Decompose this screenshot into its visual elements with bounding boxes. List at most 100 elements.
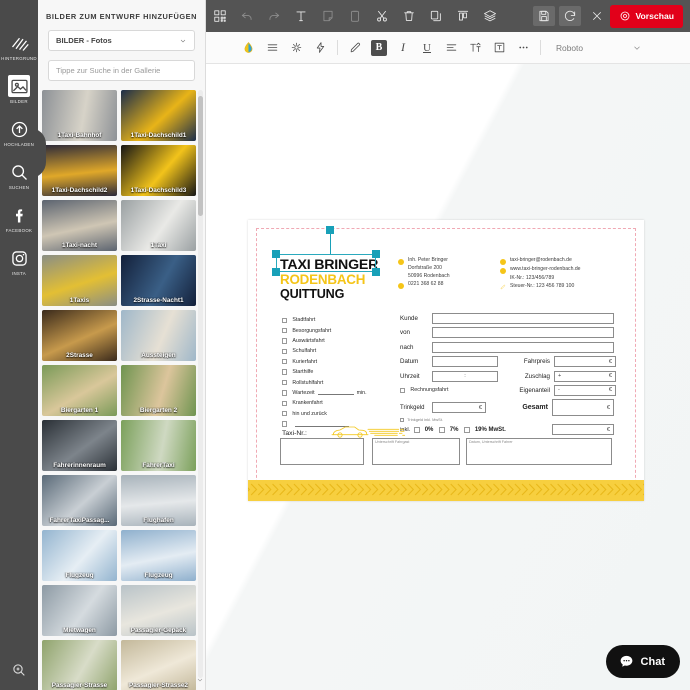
sidebar-item-hintergrund[interactable]: HINTERGRUND: [0, 32, 38, 61]
align-top-icon[interactable]: [449, 0, 476, 32]
gallery-thumbnail[interactable]: 1Taxi-Bahnhof: [42, 90, 117, 141]
doc-title-line2[interactable]: RODENBACH: [280, 273, 365, 287]
gallery-thumbnail[interactable]: Biergarten 2: [121, 365, 196, 416]
checkbox-box[interactable]: [282, 400, 288, 407]
taxi-nr-box[interactable]: [280, 438, 364, 465]
sidebar-item-suchen[interactable]: SUCHEN: [0, 161, 38, 190]
gallery-thumbnail[interactable]: Biergarten 1: [42, 365, 117, 416]
gallery-thumbnail[interactable]: 2Strasse: [42, 310, 117, 361]
clipboard-icon[interactable]: [341, 0, 368, 32]
service-checkbox-row[interactable]: Rollstuhlfahrt: [282, 377, 367, 387]
input-trinkgeld[interactable]: [432, 402, 486, 414]
font-size-icon[interactable]: [463, 32, 487, 64]
input-nach[interactable]: [432, 341, 614, 353]
checkbox-box[interactable]: [282, 411, 288, 417]
panel-scrollbar[interactable]: [198, 90, 203, 678]
underline-icon[interactable]: U: [415, 32, 439, 64]
resize-handle-tl[interactable]: [272, 250, 280, 258]
gallery-thumbnail[interactable]: 1Taxis: [42, 255, 117, 306]
gallery-thumbnail[interactable]: 1Taxi: [121, 200, 196, 251]
design-canvas[interactable]: TAXI BRINGER RODENBACH QUITTUNG Inh. Pet…: [206, 64, 690, 690]
redo-icon[interactable]: [260, 0, 287, 32]
service-checkbox-row[interactable]: Stadtfahrt: [282, 315, 367, 325]
italic-icon[interactable]: I: [391, 32, 415, 64]
input-gesamt[interactable]: [552, 399, 614, 417]
service-checkbox-row[interactable]: Wartezeit min.: [282, 388, 367, 398]
input-zuschlag[interactable]: +: [554, 370, 616, 382]
gallery-thumbnail[interactable]: 1Taxi-Dachschild2: [42, 145, 117, 196]
rotate-handle[interactable]: [326, 226, 334, 234]
scroll-down-arrow-icon[interactable]: [196, 676, 204, 684]
bold-icon[interactable]: B: [371, 39, 387, 56]
checkbox-box[interactable]: [282, 390, 288, 396]
receipt-document[interactable]: TAXI BRINGER RODENBACH QUITTUNG Inh. Pet…: [248, 220, 644, 501]
checkbox-box[interactable]: [400, 417, 405, 422]
gallery-thumbnail[interactable]: Flughafen: [121, 475, 196, 526]
gallery-thumbnail[interactable]: Passagier-Gepäck: [121, 585, 196, 636]
lines-icon[interactable]: [260, 32, 284, 64]
qr-code-icon[interactable]: [206, 0, 233, 32]
resize-handle-br[interactable]: [372, 268, 380, 276]
chevron-down-icon[interactable]: [632, 43, 642, 53]
cut-icon[interactable]: [368, 0, 395, 32]
checkbox-rechnungsfahrt[interactable]: Rechnungsfahrt: [400, 387, 498, 393]
checkbox-box[interactable]: [282, 369, 288, 375]
gallery-thumbnail[interactable]: 2Strasse-Nacht1: [121, 255, 196, 306]
layers-icon[interactable]: [476, 0, 503, 32]
gallery-thumbnail[interactable]: FahrerTaxiPassag...: [42, 475, 117, 526]
gallery-thumbnail[interactable]: 1Taxi-Dachschild3: [121, 145, 196, 196]
sidebar-item-hochladen[interactable]: HOCHLADEN: [0, 118, 38, 147]
checkbox-mwst-0[interactable]: [414, 427, 420, 433]
checkbox-mwst-19[interactable]: [464, 427, 470, 433]
service-checkbox-row[interactable]: Kurierfahrt: [282, 357, 367, 367]
resize-handle-bl[interactable]: [272, 268, 280, 276]
gallery-thumbnail[interactable]: Passagier-Strasse2: [121, 640, 196, 690]
thumbnail-grid-scroll-area[interactable]: 1Taxi-Bahnhof 1Taxi-Dachschild1 1Taxi-Dach…: [38, 86, 206, 690]
checkbox-box[interactable]: [282, 379, 288, 386]
sidebar-item-bilder[interactable]: BILDER: [0, 75, 38, 104]
input-von[interactable]: [432, 327, 614, 339]
panel-scrollbar-thumb[interactable]: [198, 96, 203, 216]
input-datum[interactable]: [432, 356, 498, 368]
font-family-value[interactable]: Roboto: [556, 43, 632, 53]
more-icon[interactable]: [511, 32, 535, 64]
gallery-search-input[interactable]: Tippe zur Suche in der Gallerie: [48, 60, 195, 81]
doc-title-line3[interactable]: QUITTUNG: [280, 288, 344, 301]
align-left-icon[interactable]: [439, 32, 463, 64]
gallery-thumbnail[interactable]: 1Taxi-nacht: [42, 200, 117, 251]
checkbox-trinkgeld-mwst[interactable]: Trinkgeld inkl. MwSt.: [400, 417, 443, 422]
checkbox-box[interactable]: [282, 348, 288, 355]
checkbox-mwst-7[interactable]: [439, 427, 445, 433]
service-checkbox-row[interactable]: Auswärtsfahrt: [282, 336, 367, 346]
checkbox-box[interactable]: [400, 387, 406, 394]
gallery-thumbnail[interactable]: Aussteigen: [121, 310, 196, 361]
checkbox-box[interactable]: [282, 421, 288, 427]
sidebar-item-facebook[interactable]: FACEBOOK: [0, 204, 38, 233]
category-select[interactable]: BILDER - Fotos: [48, 30, 195, 51]
sparkle-icon[interactable]: [284, 32, 308, 64]
pen-icon[interactable]: [343, 32, 367, 64]
checkbox-box[interactable]: [282, 317, 288, 323]
chat-button[interactable]: Chat: [605, 645, 680, 678]
checkbox-box[interactable]: [282, 359, 288, 365]
service-checkbox-row[interactable]: Besorgungsfahrt: [282, 325, 367, 335]
gallery-thumbnail[interactable]: Fahrerinnenraum: [42, 420, 117, 471]
sticker-icon[interactable]: [314, 0, 341, 32]
gallery-thumbnail[interactable]: Mietwagen: [42, 585, 117, 636]
undo-icon[interactable]: [233, 0, 260, 32]
gallery-thumbnail[interactable]: 1Taxi-Dachschild1: [121, 90, 196, 141]
gallery-thumbnail[interactable]: Flugzeug: [42, 530, 117, 581]
service-checkbox-row[interactable]: Schulfahrt: [282, 346, 367, 356]
service-checkbox-row[interactable]: hin und zurück: [282, 409, 367, 419]
preview-button[interactable]: Vorschau: [610, 4, 683, 28]
close-icon[interactable]: [583, 0, 610, 32]
input-mwst[interactable]: [552, 424, 614, 436]
save-icon[interactable]: [533, 6, 556, 26]
checkbox-box[interactable]: [282, 327, 288, 334]
effects-icon[interactable]: [308, 32, 332, 64]
service-checkbox-row[interactable]: Starthilfe: [282, 367, 367, 377]
write-in-line[interactable]: [317, 390, 354, 396]
trash-icon[interactable]: [395, 0, 422, 32]
doc-title-line1[interactable]: TAXI BRINGER: [280, 258, 378, 272]
input-fahrpreis[interactable]: [554, 356, 616, 368]
